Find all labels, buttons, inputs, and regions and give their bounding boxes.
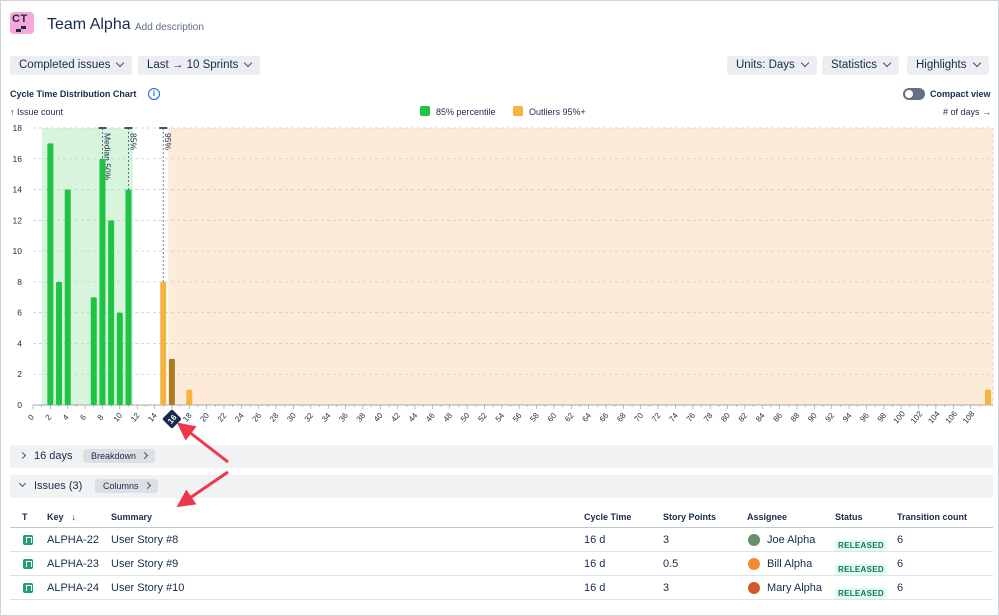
annotation-arrow [176,470,229,508]
annotation-arrow [176,422,229,464]
annotation-arrows [176,422,229,508]
